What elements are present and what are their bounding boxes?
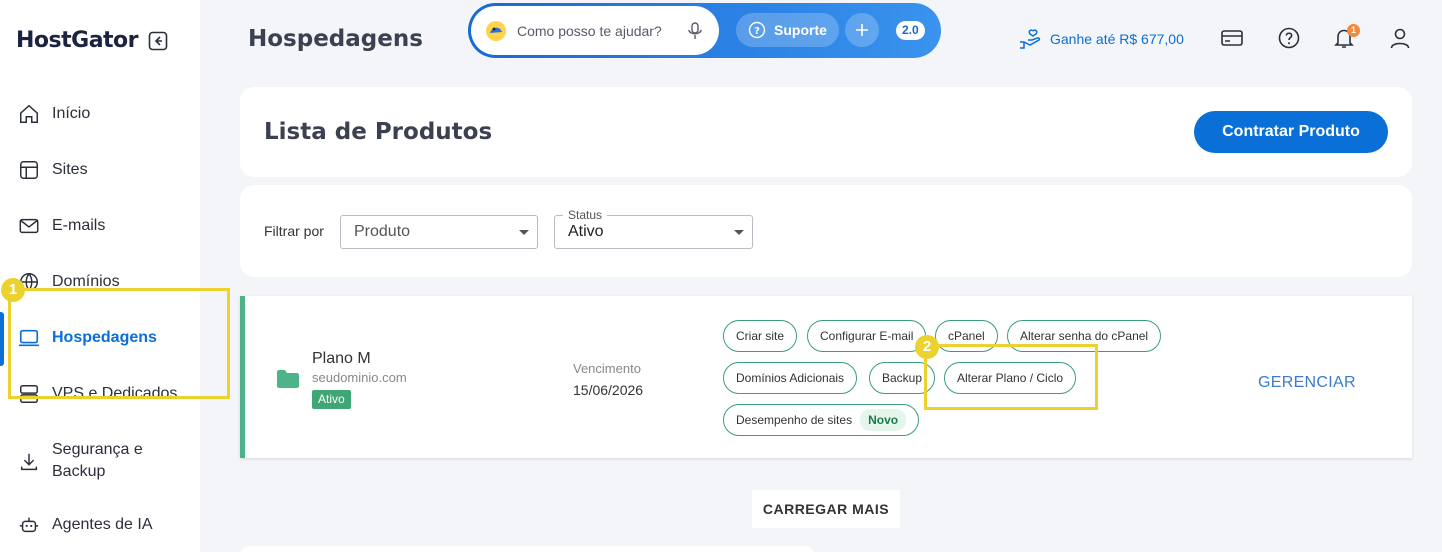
- hostgator-logo[interactable]: HostGator: [16, 28, 139, 53]
- folder-icon: [277, 370, 299, 388]
- addon-domains-chip[interactable]: Domínios Adicionais: [723, 362, 858, 394]
- new-tag: Novo: [860, 409, 907, 431]
- page-title: Hospedagens: [248, 26, 423, 52]
- due-date-label: Vencimento: [573, 361, 641, 376]
- sidebar: HostGator Início Sites E-mails Domínios …: [0, 0, 200, 552]
- products-title: Lista de Produtos: [264, 119, 493, 145]
- sidebar-item-label: Segurança e Backup: [52, 441, 143, 480]
- home-icon: [20, 104, 38, 123]
- due-date: 15/06/2026: [573, 382, 644, 398]
- step-1-marker: 1: [1, 278, 25, 302]
- chevron-down-icon: [734, 230, 744, 235]
- microphone-icon[interactable]: [687, 21, 703, 40]
- support-button[interactable]: ? Suporte: [736, 13, 839, 47]
- contract-product-button[interactable]: Contratar Produto: [1194, 111, 1388, 153]
- new-chat-button[interactable]: [845, 13, 879, 47]
- sidebar-item-emails[interactable]: E-mails: [0, 215, 200, 237]
- notification-badge: 1: [1347, 24, 1360, 37]
- sidebar-item-label: Agentes de IA: [52, 516, 153, 533]
- status-badge: Ativo: [312, 390, 351, 409]
- plus-icon: [856, 24, 868, 36]
- load-more-button[interactable]: CARREGAR MAIS: [752, 490, 900, 528]
- status-select[interactable]: Status Ativo: [554, 208, 753, 249]
- help-icon[interactable]: [1277, 26, 1301, 50]
- filter-card: Filtrar por Produto Status Ativo: [240, 185, 1412, 277]
- filter-label: Filtrar por: [264, 223, 324, 239]
- status-select-legend: Status: [563, 208, 608, 222]
- robot-icon: [19, 517, 39, 533]
- svg-text:?: ?: [754, 26, 760, 37]
- layout-icon: [20, 161, 38, 179]
- gator-avatar-icon: [486, 20, 506, 41]
- sidebar-item-agentes-ia[interactable]: Agentes de IA: [0, 514, 200, 536]
- step-2-marker: 2: [915, 335, 939, 359]
- logo-row: HostGator: [16, 28, 168, 53]
- sidebar-item-inicio[interactable]: Início: [0, 103, 200, 125]
- assistant-input[interactable]: Como posso te ajudar?: [471, 6, 719, 55]
- plan-name: Plano M: [312, 350, 371, 367]
- help-circle-icon: ?: [748, 21, 766, 39]
- configure-email-chip[interactable]: Configurar E-mail: [807, 320, 927, 352]
- sidebar-item-label: E-mails: [52, 217, 106, 234]
- collapse-sidebar-icon[interactable]: [148, 31, 168, 51]
- assistant-bar: Como posso te ajudar? ? Suporte 2.0: [468, 3, 941, 58]
- product-select[interactable]: Produto: [340, 215, 538, 249]
- sidebar-item-label: Sites: [52, 161, 88, 178]
- create-site-chip[interactable]: Criar site: [723, 320, 798, 352]
- plan-domain: seudominio.com: [312, 370, 407, 385]
- site-performance-chip[interactable]: Desempenho de sites Novo: [723, 404, 920, 436]
- highlight-box-step-1: [8, 288, 230, 399]
- chevron-down-icon: [519, 230, 529, 235]
- products-header-card: Lista de Produtos Contratar Produto: [240, 87, 1412, 177]
- version-badge: 2.0: [896, 21, 925, 40]
- next-card-peek: [240, 546, 815, 552]
- hand-heart-icon: [1020, 29, 1041, 49]
- sidebar-item-seguranca-backup[interactable]: Segurança e Backup: [0, 439, 200, 483]
- manage-link[interactable]: GERENCIAR: [1258, 374, 1356, 392]
- highlight-box-step-2: [924, 344, 1098, 410]
- download-icon: [20, 453, 38, 471]
- sidebar-item-label: Início: [52, 105, 91, 122]
- referral-link[interactable]: Ganhe até R$ 677,00: [1018, 28, 1184, 50]
- sidebar-item-sites[interactable]: Sites: [0, 159, 200, 181]
- product-card: Plano M seudominio.com Ativo Vencimento …: [240, 296, 1412, 458]
- credit-card-icon[interactable]: [1220, 26, 1244, 50]
- mail-icon: [19, 218, 39, 234]
- assistant-placeholder: Como posso te ajudar?: [517, 22, 662, 39]
- user-icon[interactable]: [1388, 26, 1412, 50]
